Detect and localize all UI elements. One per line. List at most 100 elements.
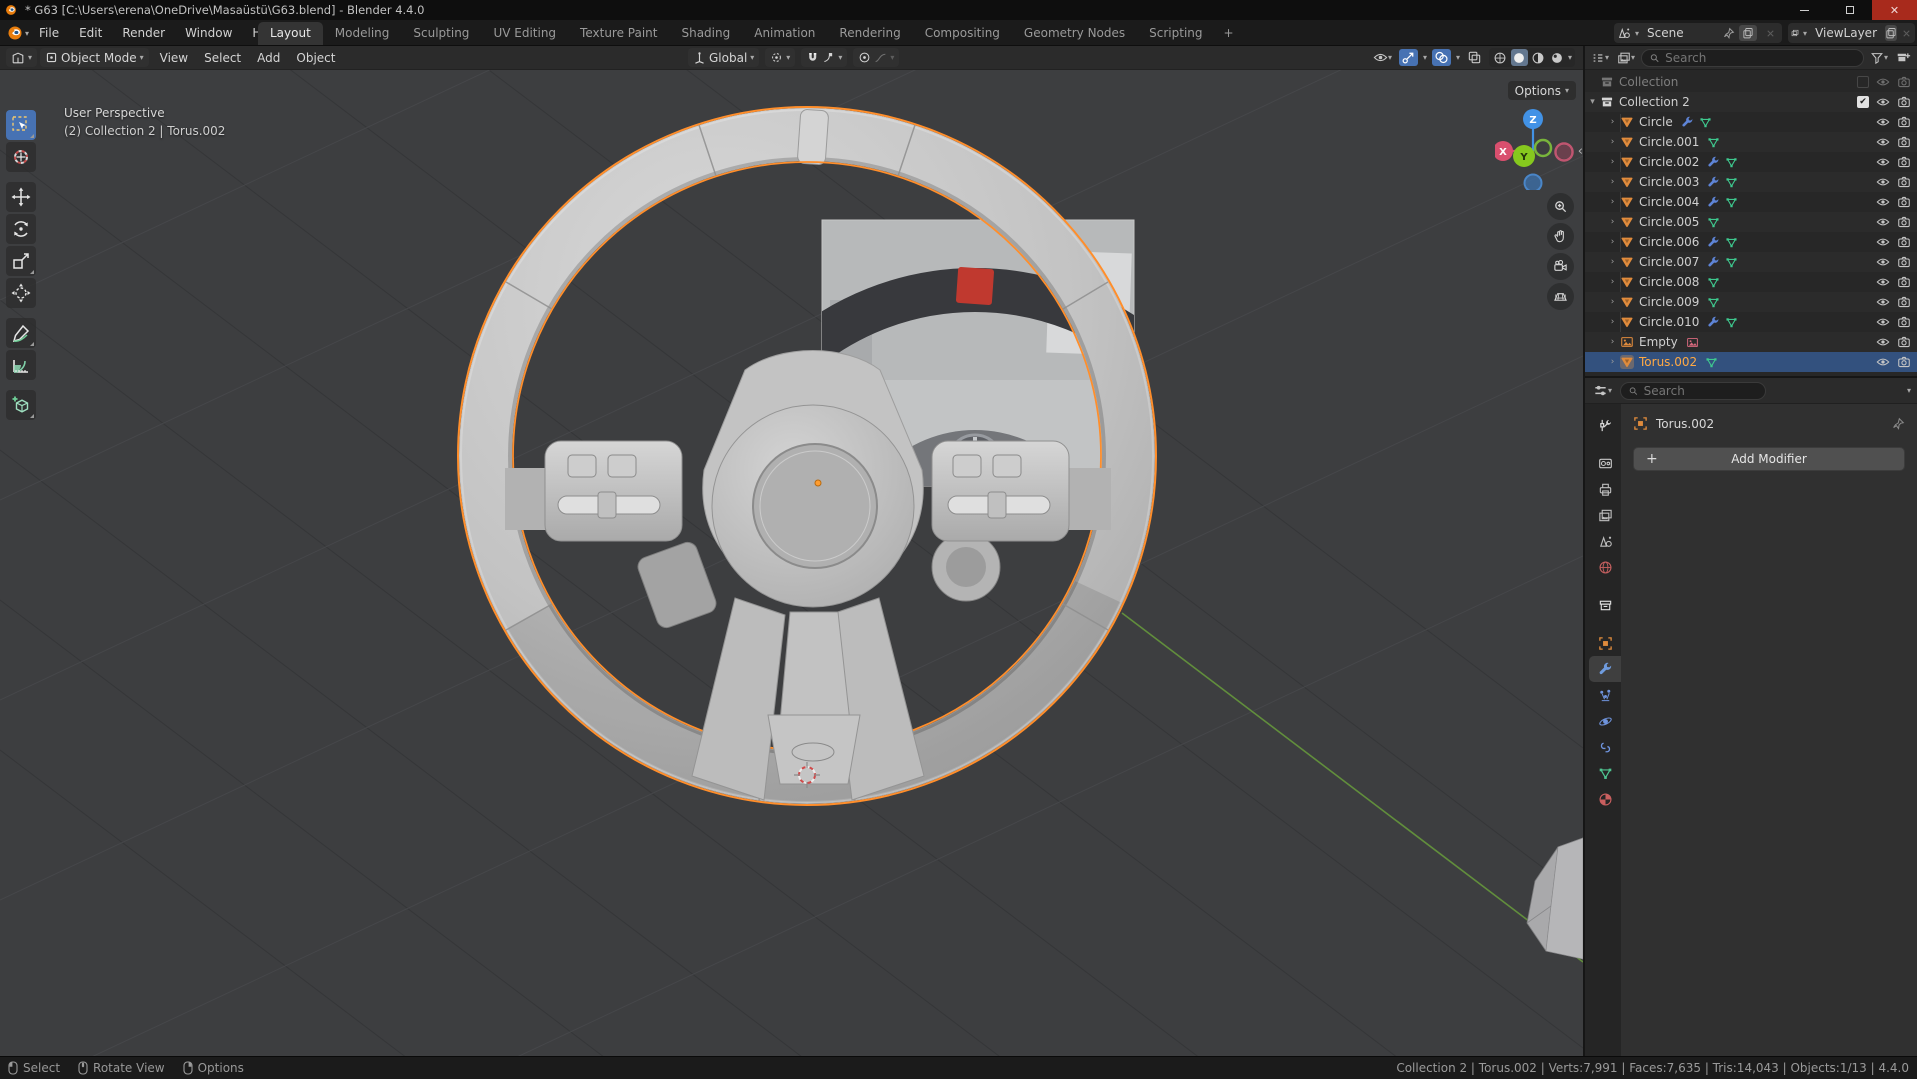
- expand-caret[interactable]: ›: [1605, 177, 1620, 187]
- disable-render-camera-icon[interactable]: [1897, 95, 1911, 109]
- expand-caret[interactable]: ▾: [1585, 97, 1600, 107]
- menu-render[interactable]: Render: [113, 23, 174, 43]
- properties-tab-view-layer[interactable]: [1589, 502, 1621, 528]
- mode-selector[interactable]: Object Mode ▾: [40, 48, 149, 67]
- hide-viewport-eye-icon[interactable]: [1876, 135, 1890, 149]
- expand-caret[interactable]: ›: [1605, 217, 1620, 227]
- scene-copy-button[interactable]: [1739, 25, 1757, 41]
- workspace-tab-sculpting[interactable]: Sculpting: [401, 22, 481, 45]
- sidebar-collapse-arrow[interactable]: ‹: [1578, 144, 1583, 159]
- tool-measure[interactable]: [6, 350, 36, 380]
- hide-viewport-eye-icon[interactable]: [1876, 95, 1890, 109]
- disable-render-camera-icon[interactable]: [1897, 255, 1911, 269]
- expand-caret[interactable]: ›: [1605, 117, 1620, 127]
- tool-move[interactable]: [6, 182, 36, 212]
- outliner-search-input[interactable]: [1665, 50, 1856, 65]
- workspace-tab-texture-paint[interactable]: Texture Paint: [568, 22, 669, 45]
- outliner-row-circle-009[interactable]: › Circle.009: [1585, 292, 1917, 312]
- menu-window[interactable]: Window: [176, 23, 241, 43]
- tool-cursor[interactable]: [6, 142, 36, 172]
- workspace-tab-scripting[interactable]: Scripting: [1137, 22, 1214, 45]
- collection-checkbox[interactable]: ✔: [1857, 96, 1869, 108]
- scene-selector[interactable]: ▾ Scene: [1614, 23, 1782, 43]
- pin-icon[interactable]: [1722, 27, 1735, 40]
- expand-caret[interactable]: ›: [1605, 357, 1620, 367]
- disable-render-camera-icon[interactable]: [1897, 315, 1911, 329]
- scene-unlink-button[interactable]: [1761, 25, 1779, 41]
- outliner-row-circle-001[interactable]: › Circle.001: [1585, 132, 1917, 152]
- zoom-button[interactable]: [1547, 193, 1574, 220]
- viewport-menu-view[interactable]: View: [152, 49, 196, 67]
- expand-caret[interactable]: ›: [1605, 157, 1620, 167]
- expand-caret[interactable]: ›: [1605, 257, 1620, 267]
- disable-render-camera-icon[interactable]: [1897, 75, 1911, 89]
- disable-render-camera-icon[interactable]: [1897, 355, 1911, 369]
- hide-viewport-eye-icon[interactable]: [1876, 255, 1890, 269]
- outliner-row-circle-007[interactable]: › Circle.007: [1585, 252, 1917, 272]
- hide-viewport-eye-icon[interactable]: [1876, 335, 1890, 349]
- pivot-point-selector[interactable]: ▾: [765, 48, 796, 67]
- disable-render-camera-icon[interactable]: [1897, 275, 1911, 289]
- shading-wireframe-button[interactable]: [1492, 49, 1509, 66]
- disable-render-camera-icon[interactable]: [1897, 175, 1911, 189]
- pan-button[interactable]: [1547, 223, 1574, 250]
- options-dropdown[interactable]: Options ▾: [1507, 81, 1576, 100]
- properties-tab-material[interactable]: [1589, 786, 1621, 812]
- proportional-edit-icon[interactable]: [858, 51, 871, 64]
- overlays-dropdown[interactable]: ▾: [1456, 53, 1460, 62]
- shading-dropdown[interactable]: ▾: [1568, 53, 1572, 62]
- collection-checkbox[interactable]: [1857, 76, 1869, 88]
- outliner-display-mode[interactable]: ▾: [1589, 50, 1611, 66]
- outliner-row-torus-002[interactable]: › Torus.002: [1585, 352, 1917, 372]
- hide-viewport-eye-icon[interactable]: [1876, 115, 1890, 129]
- hide-viewport-eye-icon[interactable]: [1876, 155, 1890, 169]
- properties-tab-object-data[interactable]: [1589, 760, 1621, 786]
- disable-render-camera-icon[interactable]: [1897, 135, 1911, 149]
- properties-tab-render[interactable]: [1589, 450, 1621, 476]
- properties-editor-type[interactable]: ▾: [1591, 382, 1614, 399]
- workspace-tab-layout[interactable]: Layout: [258, 22, 323, 45]
- hide-viewport-eye-icon[interactable]: [1876, 195, 1890, 209]
- viewlayer-copy-button[interactable]: [1885, 25, 1897, 41]
- properties-tab-physics[interactable]: [1589, 708, 1621, 734]
- editor-type-selector[interactable]: ▾: [6, 48, 38, 67]
- menu-edit[interactable]: Edit: [70, 23, 111, 43]
- viewlayer-selector[interactable]: ▾ ViewLayer: [1788, 23, 1915, 43]
- properties-search-input[interactable]: [1643, 383, 1758, 398]
- hide-viewport-eye-icon[interactable]: [1876, 235, 1890, 249]
- tool-add-cube[interactable]: [6, 390, 36, 420]
- properties-tab-modifiers[interactable]: [1589, 656, 1621, 682]
- visibility-dropdown[interactable]: ▾: [1371, 49, 1394, 66]
- disable-render-camera-icon[interactable]: [1897, 215, 1911, 229]
- outliner-row-collection[interactable]: Collection: [1585, 72, 1917, 92]
- hide-viewport-eye-icon[interactable]: [1876, 215, 1890, 229]
- workspace-tab-uv-editing[interactable]: UV Editing: [481, 22, 568, 45]
- minimize-button[interactable]: [1782, 0, 1827, 20]
- viewport-menu-select[interactable]: Select: [196, 49, 249, 67]
- workspace-tab-geometry-nodes[interactable]: Geometry Nodes: [1012, 22, 1137, 45]
- expand-caret[interactable]: ›: [1605, 137, 1620, 147]
- properties-tab-world[interactable]: [1589, 554, 1621, 580]
- falloff-icon[interactable]: [874, 51, 887, 64]
- properties-tab-output[interactable]: [1589, 476, 1621, 502]
- disable-render-camera-icon[interactable]: [1897, 115, 1911, 129]
- hide-viewport-eye-icon[interactable]: [1876, 295, 1890, 309]
- new-collection-button[interactable]: [1894, 49, 1913, 66]
- outliner-row-circle[interactable]: › Circle: [1585, 112, 1917, 132]
- hide-viewport-eye-icon[interactable]: [1876, 75, 1890, 89]
- viewport-menu-object[interactable]: Object: [288, 49, 343, 67]
- tool-transform[interactable]: [6, 278, 36, 308]
- workspace-tab-modeling[interactable]: Modeling: [323, 22, 402, 45]
- outliner-row-circle-003[interactable]: › Circle.003: [1585, 172, 1917, 192]
- shading-rendered-button[interactable]: [1549, 49, 1566, 66]
- hide-viewport-eye-icon[interactable]: [1876, 355, 1890, 369]
- viewport-menu-add[interactable]: Add: [249, 49, 288, 67]
- expand-caret[interactable]: ›: [1605, 237, 1620, 247]
- snap-target-icon[interactable]: [822, 51, 835, 64]
- properties-search[interactable]: [1620, 381, 1766, 400]
- outliner-row-collection-2[interactable]: ▾ Collection 2 ✔: [1585, 92, 1917, 112]
- magnet-icon[interactable]: [806, 51, 819, 64]
- shading-material-button[interactable]: [1530, 49, 1547, 66]
- disable-render-camera-icon[interactable]: [1897, 155, 1911, 169]
- properties-tab-particles[interactable]: [1589, 682, 1621, 708]
